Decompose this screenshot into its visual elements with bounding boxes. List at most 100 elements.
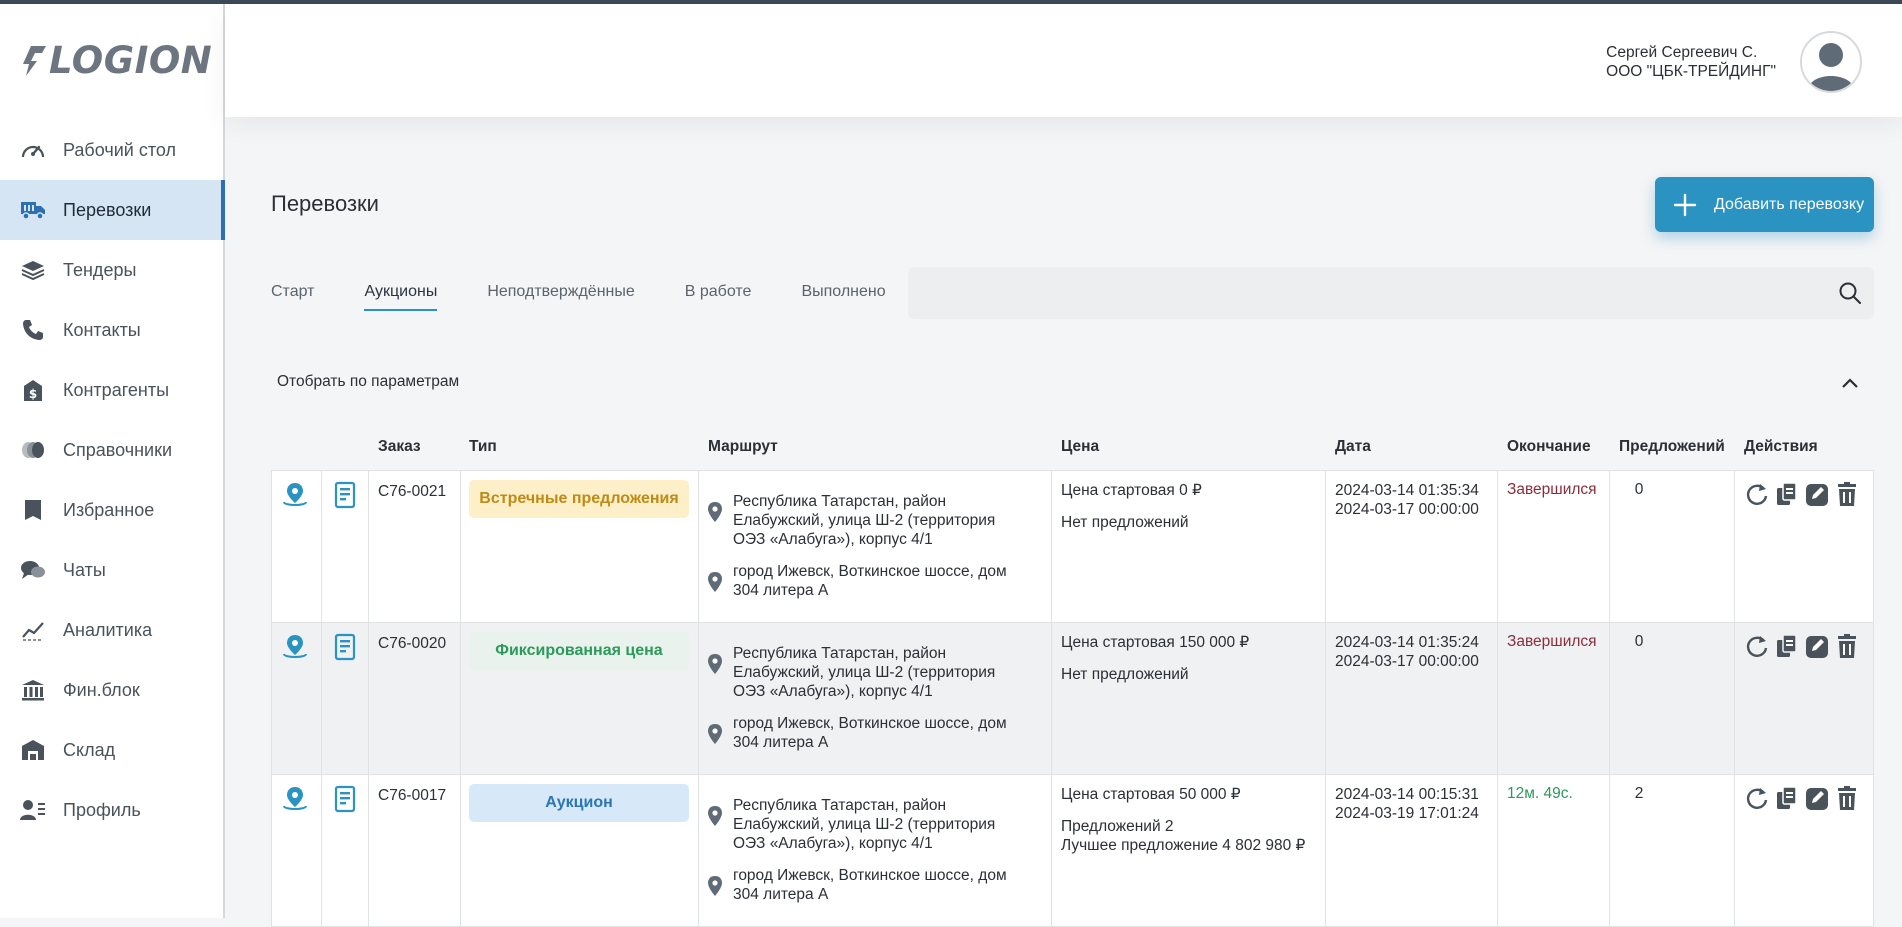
sidebar-item-label: Аналитика bbox=[63, 619, 153, 640]
col-ending[interactable]: Окончание bbox=[1507, 438, 1591, 456]
sidebar-item-warehouse[interactable]: Склад bbox=[0, 720, 223, 780]
search-icon[interactable] bbox=[1838, 281, 1862, 305]
col-order[interactable]: Заказ bbox=[378, 438, 421, 456]
sidebar-item-counterparties[interactable]: $ Контрагенты bbox=[0, 360, 223, 420]
date-cell: 2024-03-14 01:35:34 2024-03-17 00:00:00 bbox=[1335, 481, 1479, 519]
route-from: Республика Татарстан, район Елабужский, … bbox=[707, 796, 1029, 853]
date-start: 2024-03-14 01:35:24 bbox=[1335, 634, 1479, 651]
copy-icon[interactable] bbox=[1775, 481, 1799, 507]
col-offers[interactable]: Предложений bbox=[1619, 438, 1725, 456]
route-from-text: Республика Татарстан, район Елабужский, … bbox=[733, 645, 996, 700]
filter-toggle[interactable]: Отобрать по параметрам bbox=[277, 373, 459, 391]
sidebar-item-contacts[interactable]: Контакты bbox=[0, 300, 223, 360]
delete-icon[interactable] bbox=[1835, 633, 1859, 659]
route-from-text: Республика Татарстан, район Елабужский, … bbox=[733, 493, 996, 548]
tab-start[interactable]: Старт bbox=[271, 283, 314, 311]
refresh-icon[interactable] bbox=[1745, 785, 1769, 811]
route-to-text: город Ижевск, Воткинское шоссе, дом 304 … bbox=[733, 563, 1007, 599]
route-to-text: город Ижевск, Воткинское шоссе, дом 304 … bbox=[733, 867, 1007, 903]
sidebar-item-tenders[interactable]: Тендеры bbox=[0, 240, 223, 300]
delete-icon[interactable] bbox=[1835, 481, 1859, 507]
refresh-icon[interactable] bbox=[1745, 481, 1769, 507]
location-pin-icon bbox=[708, 876, 722, 896]
price-start: Цена стартовая 150 000 ₽ bbox=[1061, 634, 1250, 651]
ending-status: Завершился bbox=[1507, 481, 1597, 498]
svg-text:$: $ bbox=[29, 387, 37, 401]
table-row: С76-0020 Фиксированная цена Республика Т… bbox=[271, 623, 1874, 775]
tab-unconfirmed[interactable]: Неподтверждённые bbox=[487, 283, 634, 311]
map-pin-button-icon[interactable] bbox=[281, 481, 309, 509]
edit-icon[interactable] bbox=[1805, 633, 1829, 659]
sidebar-item-transport[interactable]: Перевозки bbox=[0, 180, 225, 240]
sidebar-item-analytics[interactable]: Аналитика bbox=[0, 600, 223, 660]
col-date[interactable]: Дата bbox=[1335, 438, 1371, 456]
edit-icon[interactable] bbox=[1805, 785, 1829, 811]
chat-icon bbox=[20, 557, 46, 583]
document-icon[interactable] bbox=[331, 785, 359, 813]
user-silhouette-icon bbox=[1808, 43, 1854, 91]
col-route[interactable]: Маршрут bbox=[708, 438, 778, 456]
price-offers: Нет предложений bbox=[1061, 514, 1189, 531]
route-to: город Ижевск, Воткинское шоссе, дом 304 … bbox=[707, 866, 1029, 904]
tab-in-progress[interactable]: В работе bbox=[685, 283, 752, 311]
price-offers: Нет предложений bbox=[1061, 666, 1189, 683]
transport-table: С76-0021 Встречные предложения Республик… bbox=[271, 470, 1874, 927]
sidebar-item-dashboard[interactable]: Рабочий стол bbox=[0, 120, 223, 180]
location-pin-icon bbox=[708, 806, 722, 826]
chart-icon bbox=[20, 617, 46, 643]
delete-icon[interactable] bbox=[1835, 785, 1859, 811]
user-info[interactable]: Сергей Сергеевич С. ООО "ЦБК-ТРЕЙДИНГ" bbox=[1606, 43, 1776, 81]
route-from-text: Республика Татарстан, район Елабужский, … bbox=[733, 797, 996, 852]
add-transport-button[interactable]: Добавить перевозку bbox=[1655, 177, 1874, 232]
chevron-up-icon[interactable] bbox=[1840, 376, 1860, 390]
route-to: город Ижевск, Воткинское шоссе, дом 304 … bbox=[707, 714, 1029, 752]
tab-completed[interactable]: Выполнено bbox=[801, 283, 885, 311]
route-to-text: город Ижевск, Воткинское шоссе, дом 304 … bbox=[733, 715, 1007, 751]
search-input[interactable] bbox=[908, 267, 1874, 319]
sidebar-item-label: Рабочий стол bbox=[63, 139, 176, 160]
tab-auctions[interactable]: Аукционы bbox=[364, 283, 438, 311]
sidebar-nav: Рабочий стол Перевозки Тендеры Контакты … bbox=[0, 120, 225, 840]
avatar[interactable] bbox=[1800, 31, 1862, 93]
sidebar-item-label: Чаты bbox=[63, 559, 106, 580]
price-cell: Цена стартовая 50 000 ₽ Предложений 2 Лу… bbox=[1061, 785, 1305, 855]
map-pin-button-icon[interactable] bbox=[281, 785, 309, 813]
top-header: Сергей Сергеевич С. ООО "ЦБК-ТРЕЙДИНГ" bbox=[225, 4, 1902, 117]
location-pin-icon bbox=[708, 502, 722, 522]
sidebar-item-favorites[interactable]: Избранное bbox=[0, 480, 223, 540]
ending-status: Завершился bbox=[1507, 633, 1597, 650]
map-pin-button-icon[interactable] bbox=[281, 633, 309, 661]
sidebar-item-label: Контрагенты bbox=[63, 379, 170, 400]
table-row: С76-0017 Аукцион Республика Татарстан, р… bbox=[271, 775, 1874, 927]
refresh-icon[interactable] bbox=[1745, 633, 1769, 659]
offers-count: 2 bbox=[1634, 785, 1644, 802]
location-pin-icon bbox=[708, 572, 722, 592]
order-number[interactable]: С76-0017 bbox=[378, 787, 446, 805]
sidebar-item-profile[interactable]: Профиль bbox=[0, 780, 223, 840]
sidebar-item-references[interactable]: Справочники bbox=[0, 420, 223, 480]
sidebar-item-chats[interactable]: Чаты bbox=[0, 540, 223, 600]
order-number[interactable]: С76-0021 bbox=[378, 483, 446, 501]
col-type[interactable]: Тип bbox=[469, 438, 497, 456]
table-header: Заказ Тип Маршрут Цена Дата Окончание Пр… bbox=[271, 436, 1874, 470]
copy-icon[interactable] bbox=[1775, 785, 1799, 811]
edit-icon[interactable] bbox=[1805, 481, 1829, 507]
order-number[interactable]: С76-0020 bbox=[378, 635, 446, 653]
col-price[interactable]: Цена bbox=[1061, 438, 1099, 456]
date-end: 2024-03-17 00:00:00 bbox=[1335, 501, 1479, 518]
copy-icon[interactable] bbox=[1775, 633, 1799, 659]
dashboard-gauge-icon bbox=[20, 137, 46, 163]
sidebar-item-finance[interactable]: Фин.блок bbox=[0, 660, 223, 720]
sidebar-item-label: Профиль bbox=[63, 799, 141, 820]
sidebar-item-label: Фин.блок bbox=[63, 679, 140, 700]
coins-icon bbox=[20, 437, 46, 463]
page-title: Перевозки bbox=[271, 191, 379, 216]
logo[interactable]: LOGION bbox=[22, 39, 212, 82]
document-icon[interactable] bbox=[331, 481, 359, 509]
type-badge: Фиксированная цена bbox=[469, 632, 689, 670]
document-icon[interactable] bbox=[331, 633, 359, 661]
offers-count: 0 bbox=[1634, 633, 1644, 650]
row-actions bbox=[1745, 633, 1865, 659]
plus-icon bbox=[1673, 193, 1697, 216]
row-actions bbox=[1745, 785, 1865, 811]
